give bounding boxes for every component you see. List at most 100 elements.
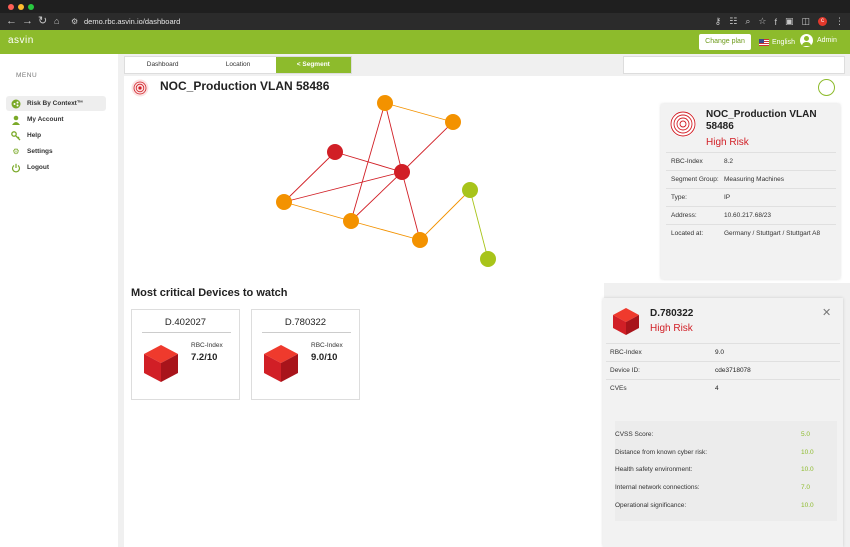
- toolbar-field[interactable]: [623, 56, 845, 74]
- browser-actions: ⚷ ☷ ⌕ ☆ f ▣ ◫ c ⋮: [715, 13, 844, 30]
- view-tabs: Dashboard Location < Segment: [124, 56, 352, 74]
- score-value: 10.0: [801, 466, 814, 473]
- sidebar-item-label: Logout: [27, 164, 50, 171]
- tab-segment[interactable]: < Segment: [275, 57, 351, 73]
- password-key-icon[interactable]: ⚷: [715, 16, 722, 27]
- language-selector[interactable]: English: [759, 36, 795, 48]
- score-row: CVSS Score: 5.0: [615, 431, 827, 438]
- divider: [142, 332, 231, 333]
- us-flag-icon: [759, 38, 769, 46]
- score-key: Operational significance:: [615, 502, 687, 509]
- score-key: Distance from known cyber risk:: [615, 449, 708, 456]
- device-index-label: RBC-Index: [191, 342, 223, 349]
- user-name: Admin: [817, 37, 837, 44]
- address-bar[interactable]: demo.rbc.asvin.io/dashboard: [84, 14, 180, 29]
- graph-node[interactable]: [327, 144, 343, 160]
- device-cube-icon: [144, 345, 178, 382]
- info-value: 4: [715, 385, 719, 392]
- sidebar-item-label: Help: [27, 132, 42, 139]
- extension-fx-icon[interactable]: f: [774, 17, 777, 27]
- minimize-window-button[interactable]: [18, 4, 24, 10]
- change-plan-button[interactable]: Change plan: [699, 34, 751, 50]
- maximize-window-button[interactable]: [28, 4, 34, 10]
- back-icon[interactable]: ←: [6, 14, 17, 29]
- graph-node[interactable]: [343, 213, 359, 229]
- risk-level: High Risk: [706, 137, 749, 148]
- extensions-puzzle-icon[interactable]: ▣: [785, 16, 794, 27]
- site-info-icon[interactable]: ⚙: [71, 14, 78, 29]
- browser-menu-icon[interactable]: ⋮: [835, 16, 844, 27]
- score-key: CVSS Score:: [615, 431, 654, 438]
- device-info-row: Device ID: cde3718078: [606, 361, 840, 379]
- score-row: Internal network connections: 7.0: [615, 484, 827, 491]
- sidebar-item-logout[interactable]: Logout: [6, 160, 106, 175]
- menu-title: MENU: [16, 72, 38, 79]
- divider: [262, 332, 351, 333]
- score-value: 7.0: [801, 484, 811, 491]
- graph-node[interactable]: [377, 95, 393, 111]
- profile-avatar[interactable]: c: [818, 17, 827, 26]
- score-row: Health safety environment: 10.0: [615, 466, 827, 473]
- device-id: D.780322: [284, 317, 327, 328]
- device-card[interactable]: D.402027 RBC-Index 7.2/10: [131, 309, 240, 400]
- close-window-button[interactable]: [8, 4, 14, 10]
- sidebar-item-my-account[interactable]: My Account: [6, 112, 106, 127]
- device-info-row: CVEs 4: [606, 379, 840, 397]
- zoom-icon[interactable]: ⌕: [745, 16, 750, 27]
- home-icon[interactable]: ⌂: [54, 14, 59, 29]
- key-icon: [11, 130, 21, 141]
- info-key: RBC-Index: [671, 158, 703, 165]
- translate-icon[interactable]: ☷: [729, 16, 737, 27]
- language-label: English: [772, 38, 795, 46]
- graph-icon: [11, 99, 21, 109]
- segment-status-indicator[interactable]: [818, 79, 835, 96]
- info-value: Germany / Stuttgart / Stuttgart A8: [724, 230, 821, 237]
- graph-node[interactable]: [276, 194, 292, 210]
- segment-info-title: NOC_Production VLAN 58486: [706, 109, 817, 132]
- user-menu[interactable]: Admin: [800, 34, 837, 47]
- browser-toolbar: ← → ↻ ⌂ ⚙ demo.rbc.asvin.io/dashboard ⚷ …: [0, 13, 850, 30]
- info-value: 9.0: [715, 349, 725, 356]
- sidebar: MENU Risk By Context™ My Account Help ⚙ …: [0, 54, 118, 547]
- device-card[interactable]: D.780322 RBC-Index 9.0/10: [251, 309, 360, 400]
- info-key: Segment Group:: [671, 176, 719, 183]
- graph-node[interactable]: [445, 114, 461, 130]
- forward-icon[interactable]: →: [22, 14, 33, 29]
- segment-risk-icon: [670, 111, 696, 137]
- network-graph[interactable]: [124, 76, 544, 276]
- sidebar-item-risk-by-context[interactable]: Risk By Context™: [6, 96, 106, 111]
- info-key: RBC-Index: [610, 349, 642, 356]
- info-key: Address:: [671, 212, 697, 219]
- graph-node[interactable]: [480, 251, 496, 267]
- info-key: CVEs: [610, 385, 627, 392]
- device-index-score: 9.0/10: [311, 352, 338, 363]
- device-cube-icon: [613, 308, 639, 335]
- graph-node[interactable]: [394, 164, 410, 180]
- graph-nodes[interactable]: [276, 95, 496, 267]
- gear-icon: ⚙: [12, 147, 20, 156]
- user-icon: [11, 115, 21, 125]
- sidepanel-icon[interactable]: ◫: [801, 16, 810, 27]
- close-icon[interactable]: ✕: [822, 306, 831, 319]
- score-key: Health safety environment:: [615, 466, 693, 473]
- info-value: IP: [724, 194, 731, 201]
- brand-logo[interactable]: asvin: [8, 35, 34, 46]
- critical-devices-title: Most critical Devices to watch: [131, 287, 288, 299]
- device-detail-panel: D.780322 High Risk ✕ RBC-Index 9.0 Devic…: [603, 298, 843, 547]
- tab-dashboard[interactable]: Dashboard: [125, 57, 200, 73]
- sidebar-item-help[interactable]: Help: [6, 128, 106, 143]
- tab-location[interactable]: Location: [200, 57, 275, 73]
- sidebar-item-settings[interactable]: ⚙ Settings: [6, 144, 106, 159]
- reload-icon[interactable]: ↻: [38, 14, 47, 29]
- graph-node[interactable]: [412, 232, 428, 248]
- segment-info-card: NOC_Production VLAN 58486 High Risk RBC-…: [661, 104, 840, 279]
- score-value: 10.0: [801, 502, 814, 509]
- bookmark-star-icon[interactable]: ☆: [758, 16, 766, 27]
- sidebar-item-label: Settings: [27, 148, 53, 155]
- info-key: Located at:: [671, 230, 704, 237]
- graph-node[interactable]: [462, 182, 478, 198]
- score-value: 10.0: [801, 449, 814, 456]
- sidebar-item-label: My Account: [27, 116, 64, 123]
- info-value: cde3718078: [715, 367, 751, 374]
- app-header: asvin Change plan English Admin: [0, 30, 850, 54]
